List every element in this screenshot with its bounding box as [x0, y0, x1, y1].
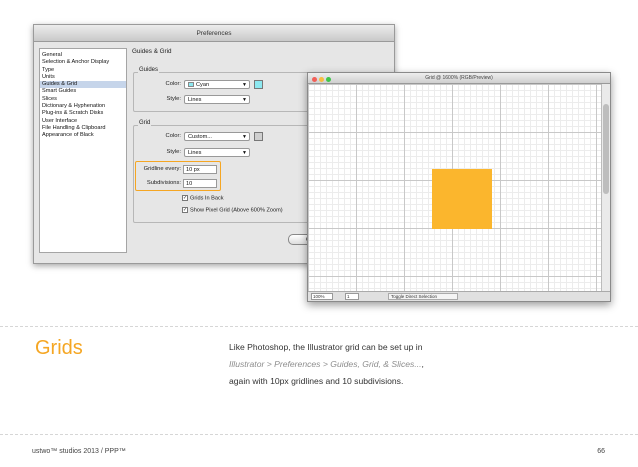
gridline-every-label: Gridline every:: [143, 166, 181, 172]
grids-in-back-label: Grids In Back: [190, 195, 224, 202]
page-field[interactable]: 1: [345, 293, 359, 300]
close-icon[interactable]: [312, 77, 317, 82]
category-plugins[interactable]: Plug-ins & Scratch Disks: [40, 110, 126, 117]
orange-square[interactable]: [432, 169, 492, 229]
zoom-field[interactable]: 100%: [311, 293, 333, 300]
grid-color-value: Custom...: [188, 134, 212, 140]
page-number: 66: [597, 448, 605, 455]
slide-heading: Grids: [35, 337, 83, 359]
divider-bottom: [0, 434, 638, 435]
divider-top: [0, 326, 638, 327]
status-bar: 100% 1 Toggle Direct Selection: [308, 291, 610, 301]
guides-style-value: Lines: [188, 97, 202, 103]
artboard-canvas[interactable]: [308, 84, 603, 292]
category-guides-grid[interactable]: Guides & Grid: [40, 81, 126, 89]
checkmark-icon: ✓: [182, 207, 188, 213]
guides-color-value: Cyan: [196, 82, 210, 88]
grid-style-label: Style:: [166, 149, 182, 155]
category-selection-anchor[interactable]: Selection & Anchor Display: [40, 59, 126, 66]
guides-style-select[interactable]: Lines ▼: [184, 95, 250, 104]
preferences-title: Preferences: [34, 25, 394, 42]
pixel-grid-label: Show Pixel Grid (Above 600% Zoom): [190, 207, 283, 214]
category-smart-guides[interactable]: Smart Guides: [40, 88, 126, 95]
category-general[interactable]: General: [40, 52, 126, 59]
chevron-down-icon: ▼: [242, 97, 247, 103]
grid-style-select[interactable]: Lines ▼: [184, 148, 250, 157]
guides-color-swatch[interactable]: [254, 80, 263, 89]
subdivisions-label: Subdivisions:: [146, 180, 181, 186]
grid-group-label: Grid: [138, 120, 152, 126]
footer-credit: ustwo™ studios 2013 / PPP™: [32, 448, 126, 455]
gridline-every-field[interactable]: 10 px: [183, 165, 217, 174]
category-appearance-black[interactable]: Appearance of Black: [40, 132, 126, 139]
grid-color-select[interactable]: Custom... ▼: [184, 132, 250, 141]
category-type[interactable]: Type: [40, 67, 126, 74]
cyan-swatch-mini: [188, 82, 194, 88]
category-units[interactable]: Units: [40, 74, 126, 81]
vertical-scrollbar[interactable]: [601, 84, 610, 292]
grids-in-back-checkbox[interactable]: ✓ Grids In Back: [182, 195, 224, 201]
slide-body: Like Photoshop, the Illustrator grid can…: [229, 339, 429, 390]
pixel-grid-checkbox[interactable]: ✓ Show Pixel Grid (Above 600% Zoom): [182, 207, 283, 213]
checkmark-icon: ✓: [182, 195, 188, 201]
chevron-down-icon: ▼: [242, 82, 247, 88]
guides-group-label: Guides: [138, 67, 160, 73]
document-titlebar: Grid @ 1600% (RGB/Preview): [308, 73, 610, 84]
document-title: Grid @ 1600% (RGB/Preview): [425, 75, 493, 81]
section-title: Guides & Grid: [132, 48, 172, 55]
chevron-down-icon: ▼: [242, 134, 247, 140]
zoom-icon[interactable]: [326, 77, 331, 82]
category-slices[interactable]: Slices: [40, 96, 126, 103]
guides-color-select[interactable]: Cyan ▼: [184, 80, 250, 89]
category-dictionary[interactable]: Dictionary & Hyphenation: [40, 103, 126, 110]
category-user-interface[interactable]: User Interface: [40, 118, 126, 125]
body-text-1: Like Photoshop, the Illustrator grid can…: [229, 342, 423, 352]
minimize-icon[interactable]: [319, 77, 324, 82]
chevron-down-icon: ▼: [242, 150, 247, 156]
status-info[interactable]: Toggle Direct Selection: [388, 293, 458, 300]
document-window: Grid @ 1600% (RGB/Preview) 100% 1 Toggle…: [307, 72, 611, 302]
grid-style-value: Lines: [188, 150, 202, 156]
guides-color-label: Color:: [165, 81, 181, 87]
category-list: General Selection & Anchor Display Type …: [39, 48, 127, 253]
category-file-handling[interactable]: File Handling & Clipboard: [40, 125, 126, 132]
grid-color-swatch[interactable]: [254, 132, 263, 141]
subdivisions-field[interactable]: 10: [183, 179, 217, 188]
guides-style-label: Style:: [166, 96, 182, 102]
scroll-thumb[interactable]: [603, 104, 609, 194]
body-menu-path: Illustrator > Preferences > Guides, Grid…: [229, 359, 422, 369]
grid-color-label: Color:: [165, 133, 181, 139]
